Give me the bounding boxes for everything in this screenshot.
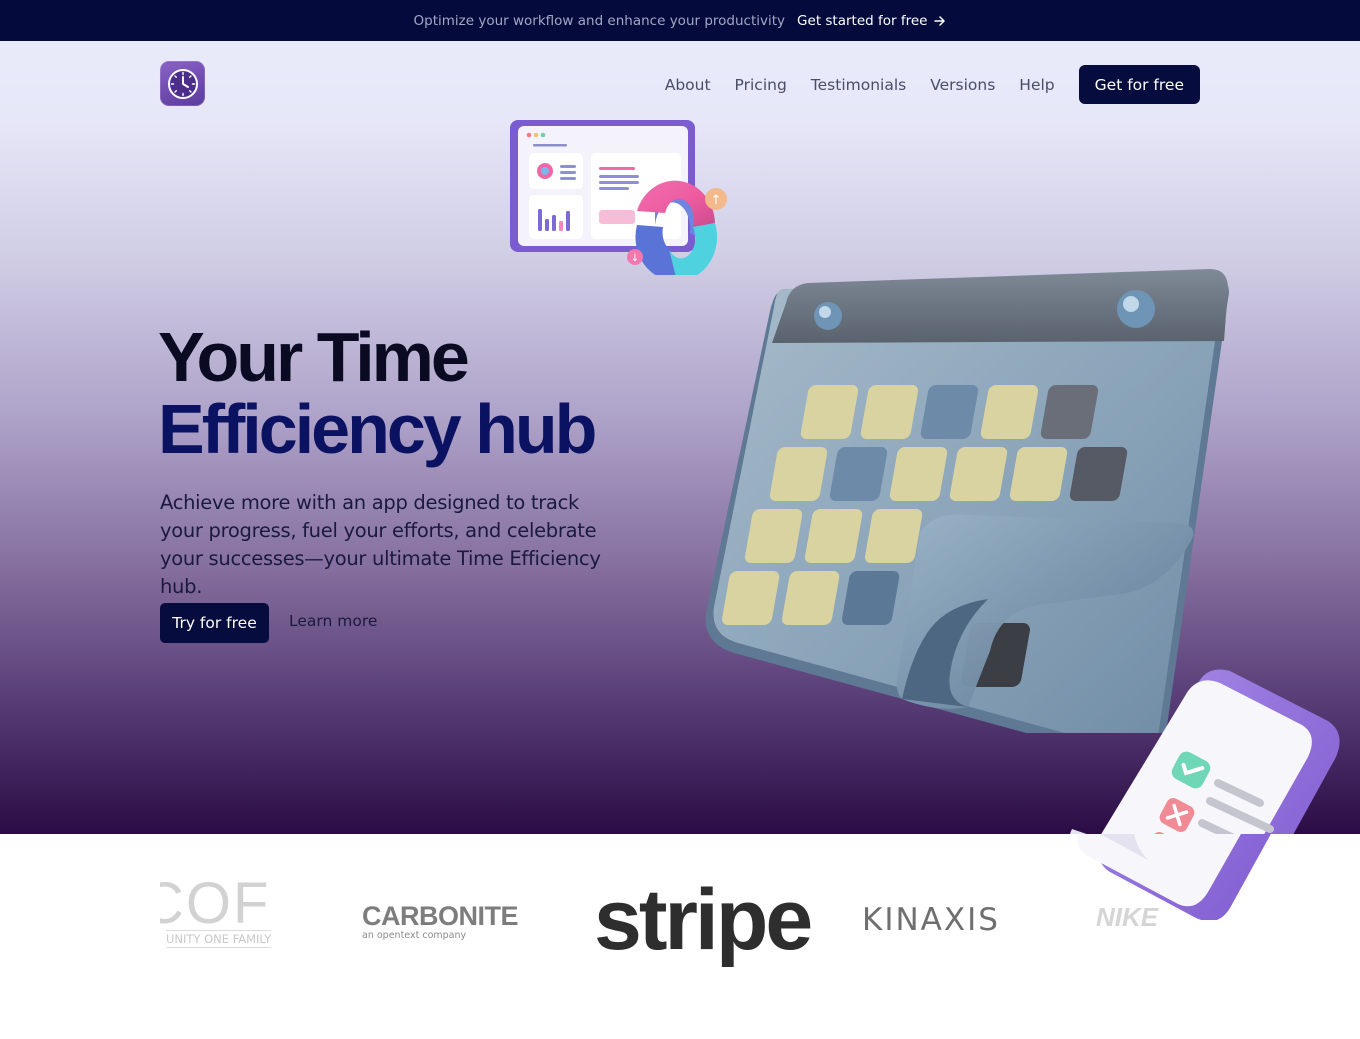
try-for-free-button[interactable]: Try for free bbox=[160, 603, 269, 643]
hero-title-line2: Efficiency hub bbox=[158, 390, 597, 468]
logo-stripe-name: stripe bbox=[594, 872, 813, 968]
get-started-label: Get started for free bbox=[797, 12, 928, 29]
nav-help[interactable]: Help bbox=[1019, 76, 1054, 94]
app-logo[interactable] bbox=[160, 61, 205, 106]
nav-testimonials[interactable]: Testimonials bbox=[811, 76, 906, 94]
logo-kinaxis: KINAXIS bbox=[862, 902, 1000, 938]
logo-kinaxis-name: KINAXIS bbox=[862, 902, 1000, 938]
nav-versions[interactable]: Versions bbox=[930, 76, 995, 94]
logo-carbonite: CARBONITE an opentext company bbox=[362, 901, 519, 941]
svg-text:↓: ↓ bbox=[631, 253, 639, 264]
svg-text:↑: ↑ bbox=[711, 193, 722, 208]
nav-pricing[interactable]: Pricing bbox=[735, 76, 787, 94]
customer-logos: COF UNITY ONE FAMILY CARBONITE an opente… bbox=[0, 834, 1360, 1039]
logo-stripe: stripe bbox=[594, 872, 813, 968]
logo-cof-name: COF bbox=[160, 878, 271, 936]
arrow-right-icon bbox=[934, 15, 946, 26]
announcement-bar: Optimize your workflow and enhance your … bbox=[0, 0, 1360, 41]
logo-carbonite-name: CARBONITE bbox=[362, 901, 519, 931]
logo-cof-tagline: UNITY ONE FAMILY bbox=[166, 930, 272, 948]
get-started-link[interactable]: Get started for free bbox=[797, 13, 946, 29]
get-for-free-button[interactable]: Get for free bbox=[1078, 65, 1200, 104]
hero-title: Your Time Efficiency hub bbox=[158, 318, 597, 468]
announcement-message: Optimize your workflow and enhance your … bbox=[413, 12, 786, 29]
hero-subtitle: Achieve more with an app designed to tra… bbox=[160, 491, 601, 598]
hero-title-line1: Your Time bbox=[158, 318, 470, 396]
learn-more-link[interactable]: Learn more bbox=[289, 612, 377, 630]
logo-cof: COF UNITY ONE FAMILY bbox=[160, 878, 284, 948]
logo-carbonite-tagline: an opentext company bbox=[362, 930, 467, 941]
checklist-illustration-overlap bbox=[1058, 620, 1360, 920]
main-nav: About Pricing Testimonials Versions Help… bbox=[665, 65, 1200, 104]
clock-icon bbox=[166, 67, 200, 101]
nav-about[interactable]: About bbox=[665, 76, 711, 94]
